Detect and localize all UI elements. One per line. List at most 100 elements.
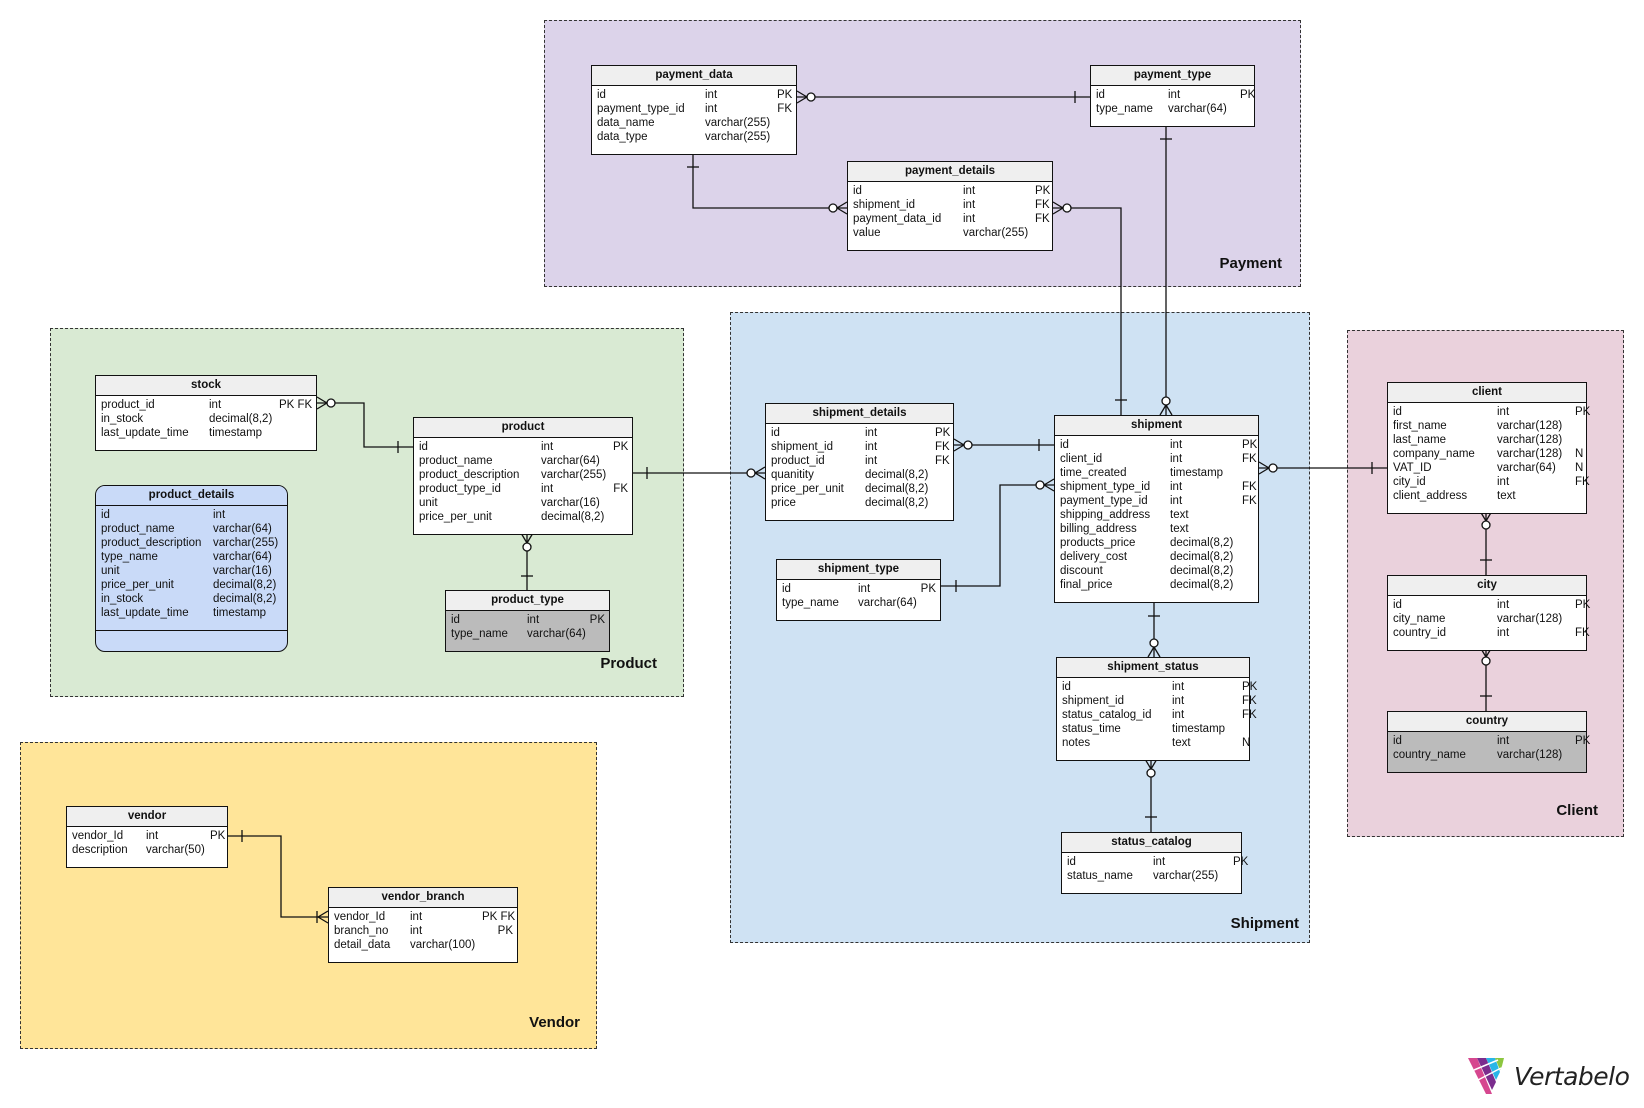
column-row[interactable]: quanitity decimal(8,2) [771,468,949,482]
column-row[interactable]: id int [101,508,283,522]
column-key: PK FK [279,399,313,411]
column-row[interactable]: company_name varchar(128) N [1393,447,1583,461]
column-row[interactable]: shipment_id int FK [771,440,950,454]
column-row[interactable]: final_price decimal(8,2) [1060,578,1254,592]
table-country[interactable]: country id int PK country_name varchar(128) [1387,711,1590,773]
column-row[interactable]: data_name varchar(255) [597,116,792,130]
table-name: shipment_status [1057,658,1249,678]
column-row[interactable]: discount decimal(8,2) [1060,564,1254,578]
column-row[interactable]: value varchar(255) [853,226,1048,240]
column-row[interactable]: unit varchar(16) [101,564,283,578]
column-row[interactable]: description varchar(50) [72,843,223,857]
table-vendor[interactable]: vendor vendor_Id int PK description varchar(5… [66,806,228,868]
column-row[interactable]: client_id int FK [1060,452,1257,466]
column-row[interactable]: product_description varchar(255) [101,536,283,550]
column-row[interactable]: id int PK [782,582,936,596]
column-row[interactable]: vendor_Id int PK [72,829,225,843]
column-row[interactable]: id int PK [771,426,950,440]
column-row[interactable]: type_name varchar(64) [451,627,605,641]
column-row[interactable]: product_id int PK FK [101,398,312,412]
column-row[interactable]: payment_type_id int FK [597,102,792,116]
column-row[interactable]: product_id int FK [771,454,950,468]
column-row[interactable]: payment_type_id int FK [1060,494,1257,508]
column-row[interactable]: branch_no int PK [334,924,513,938]
column-name: product_name [419,455,493,467]
table-payment-details[interactable]: payment_details id int PK shipment_id int FK pa… [847,161,1053,251]
column-row[interactable]: time_created timestamp [1060,466,1254,480]
table-vendor-branch[interactable]: vendor_branch vendor_Id int PK FK branch_no i… [328,887,518,963]
column-row[interactable]: data_type varchar(255) [597,130,792,144]
column-row[interactable]: notes text N [1062,736,1250,750]
column-row[interactable]: payment_data_id int FK [853,212,1050,226]
column-row[interactable]: delivery_cost decimal(8,2) [1060,550,1254,564]
column-row[interactable]: city_id int FK [1393,475,1590,489]
column-row[interactable]: type_name varchar(64) [1096,102,1250,116]
column-row[interactable]: id int PK [1393,734,1590,748]
column-row[interactable]: shipment_type_id int FK [1060,480,1257,494]
column-row[interactable]: price_per_unit decimal(8,2) [101,578,283,592]
column-type: varchar(128) [1497,448,1563,460]
column-row[interactable]: id int PK [1062,680,1257,694]
column-row[interactable]: price_per_unit decimal(8,2) [771,482,949,496]
column-type: int [541,441,554,453]
column-row[interactable]: unit varchar(16) [419,496,628,510]
column-key [1242,550,1254,564]
column-row[interactable]: id int PK [1393,598,1590,612]
column-row[interactable]: VAT_ID varchar(64) N [1393,461,1583,475]
column-row[interactable]: id int PK [451,613,605,627]
column-row[interactable]: shipping_address text [1060,508,1254,522]
column-type: int [1170,495,1183,507]
table-shipment-type[interactable]: shipment_type id int PK type_name varchar(64) [776,559,941,621]
column-row[interactable]: id int PK [1060,438,1257,452]
table-shipment-details[interactable]: shipment_details id int PK shipment_id int FK p… [765,403,954,521]
column-row[interactable]: client_address text [1393,489,1582,503]
column-row[interactable]: product_type_id int FK [419,482,628,496]
column-row[interactable]: country_name varchar(128) [1393,748,1582,762]
column-row[interactable]: product_description varchar(255) [419,468,628,482]
column-row[interactable]: status_time timestamp [1062,722,1245,736]
column-row[interactable]: last_name varchar(128) [1393,433,1582,447]
column-row[interactable]: id int PK [419,440,628,454]
column-row[interactable]: country_id int FK [1393,626,1590,640]
column-row[interactable]: id int PK [597,88,792,102]
table-product[interactable]: product id int PK product_name varchar(64) pro… [413,417,633,535]
column-row[interactable]: vendor_Id int PK FK [334,910,515,924]
column-row[interactable]: shipment_id int FK [1062,694,1257,708]
relationship-line [941,484,1054,587]
table-status-catalog[interactable]: status_catalog id int PK status_name varchar(… [1061,832,1248,894]
table-product-type[interactable]: product_type id int PK type_name varchar(64) [445,590,610,652]
column-row[interactable]: id int PK [1096,88,1255,102]
table-shipment[interactable]: shipment id int PK client_id int FK time_create… [1054,415,1259,603]
column-row[interactable]: first_name varchar(128) [1393,419,1582,433]
column-row[interactable]: product_name varchar(64) [419,454,628,468]
column-row[interactable]: billing_address text [1060,522,1254,536]
column-row[interactable]: status_catalog_id int FK [1062,708,1257,722]
crows-foot-icon [953,438,965,446]
column-row[interactable]: price decimal(8,2) [771,496,949,510]
column-row[interactable]: type_name varchar(64) [101,550,283,564]
column-row[interactable]: id int PK [1067,855,1248,869]
column-row[interactable]: shipment_id int FK [853,198,1050,212]
column-row[interactable]: city_name varchar(128) [1393,612,1582,626]
column-row[interactable]: price_per_unit decimal(8,2) [419,510,628,524]
column-type: timestamp [1170,467,1224,479]
column-row[interactable]: in_stock decimal(8,2) [101,412,312,426]
table-payment-data[interactable]: payment_data id int PK payment_type_id int FK d… [591,65,797,155]
column-row[interactable]: products_price decimal(8,2) [1060,536,1254,550]
column-row[interactable]: id int PK [1393,405,1590,419]
table-city[interactable]: city id int PK city_name varchar(128) country_… [1387,575,1590,651]
column-row[interactable]: id int PK [853,184,1050,198]
table-stock[interactable]: stock product_id int PK FK in_stock decimal(8… [95,375,317,451]
column-row[interactable]: in_stock decimal(8,2) [101,592,283,606]
column-row[interactable]: type_name varchar(64) [782,596,936,610]
view-product-details[interactable]: product_details id int product_name varchar(… [95,485,288,652]
column-row[interactable]: last_update_time timestamp [101,426,312,440]
column-row[interactable]: status_name varchar(255) [1067,869,1237,883]
table-client[interactable]: client id int PK first_name varchar(128) last_… [1387,382,1590,514]
column-row[interactable]: detail_data varchar(100) [334,938,513,952]
table-shipment-status[interactable]: shipment_status id int PK shipment_id int FK st… [1056,657,1257,761]
column-row[interactable]: product_name varchar(64) [101,522,283,536]
table-payment-type[interactable]: payment_type id int PK type_name varchar(64) [1090,65,1255,127]
column-row[interactable]: last_update_time timestamp [101,606,283,620]
column-type: varchar(255) [705,117,771,129]
